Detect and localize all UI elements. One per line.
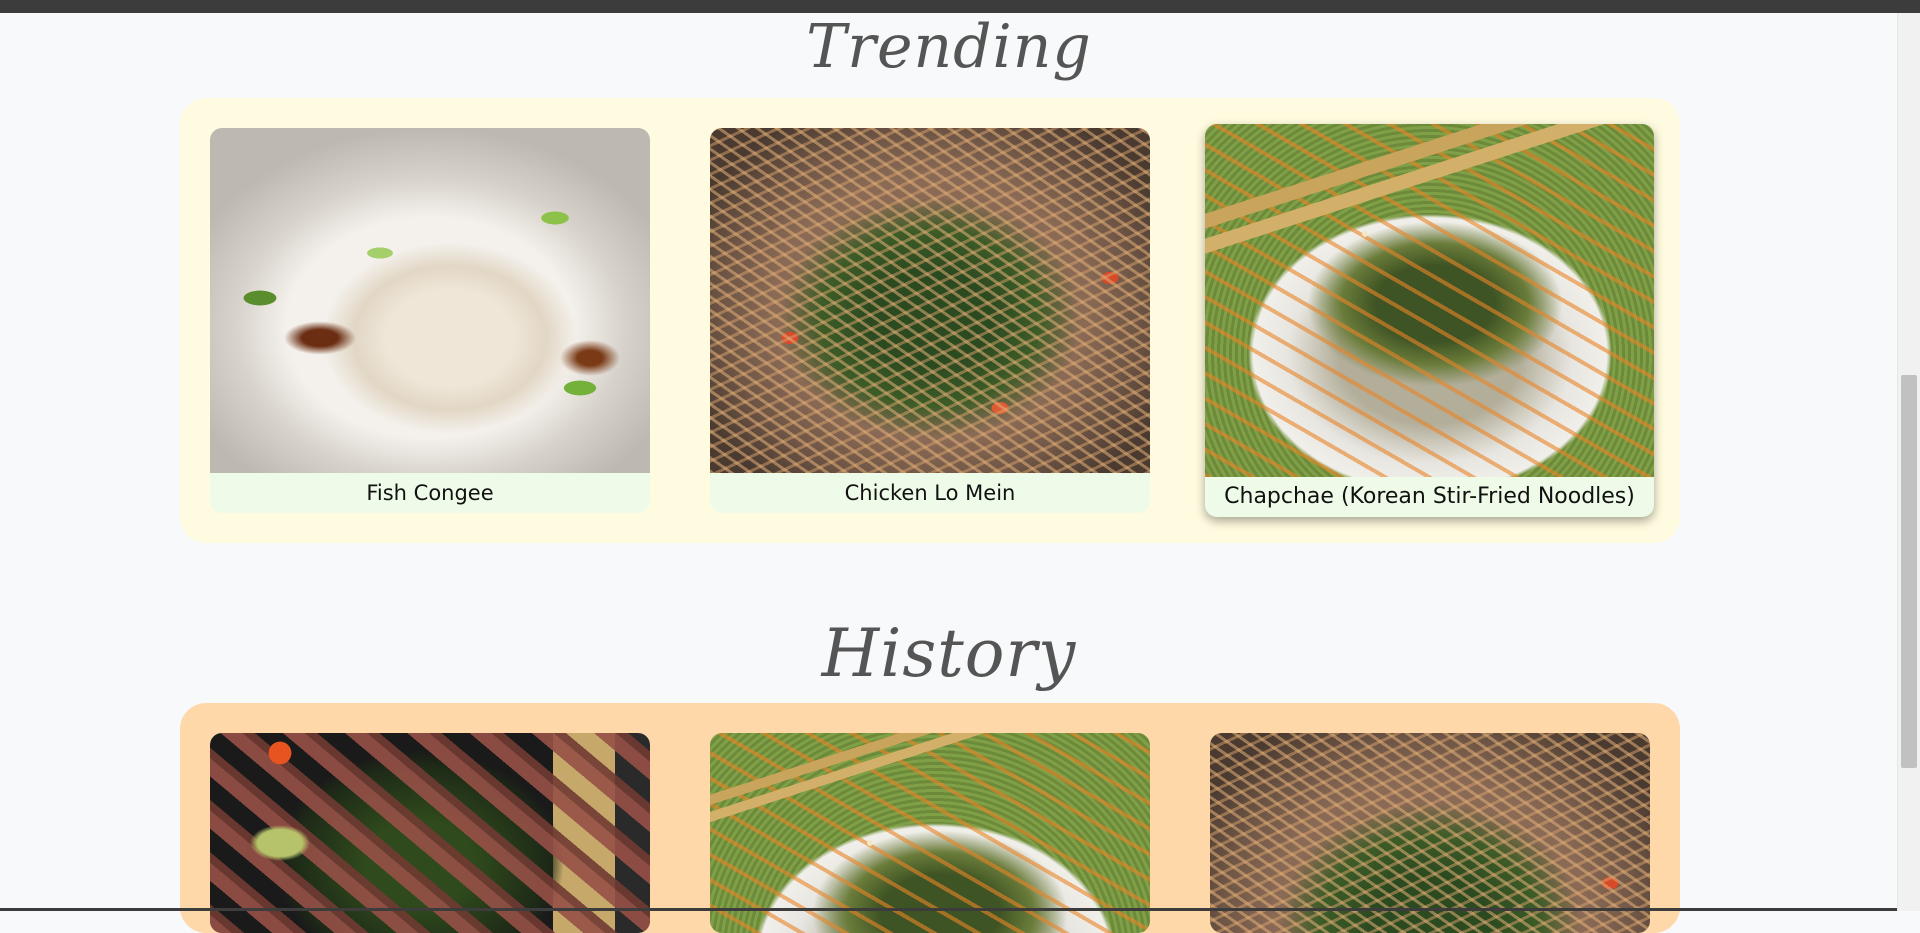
history-heading: History: [821, 615, 1077, 692]
recipe-card-title[interactable]: Chapchae (Korean Stir-Fried Noodles): [1205, 477, 1654, 517]
recipe-card-chicken-lo-mein[interactable]: Chicken Lo Mein: [710, 128, 1150, 513]
trending-heading: Trending: [806, 12, 1092, 82]
chapchae-photo[interactable]: [1205, 124, 1654, 477]
history-card-steak-salad[interactable]: [210, 733, 650, 933]
recipe-card-title[interactable]: Fish Congee: [210, 474, 650, 513]
scrollbar-thumb[interactable]: [1901, 375, 1917, 768]
steak-salad-photo[interactable]: [210, 733, 650, 933]
history-card-chicken-lo-mein[interactable]: [1210, 733, 1650, 933]
trending-panel: Fish Congee Chicken Lo Mein Chapchae (Ko…: [180, 98, 1680, 543]
history-card-chapchae[interactable]: [710, 733, 1150, 933]
chicken-lo-mein-photo[interactable]: [1210, 733, 1650, 933]
recipe-card-chapchae[interactable]: Chapchae (Korean Stir-Fried Noodles): [1205, 124, 1654, 517]
recipe-card-fish-congee[interactable]: Fish Congee: [210, 128, 650, 513]
history-panel: [180, 703, 1680, 933]
fish-congee-photo[interactable]: [210, 128, 650, 473]
recipe-card-title[interactable]: Chicken Lo Mein: [710, 474, 1150, 513]
chicken-lo-mein-photo[interactable]: [710, 128, 1150, 473]
chapchae-photo[interactable]: [710, 733, 1150, 933]
